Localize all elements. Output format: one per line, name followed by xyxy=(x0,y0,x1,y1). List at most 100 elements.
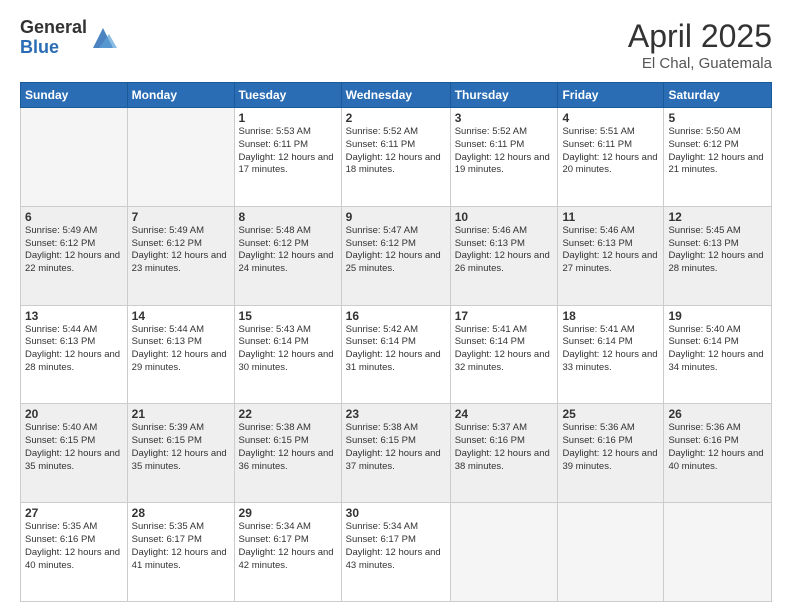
day-number: 12 xyxy=(668,210,767,224)
day-number: 5 xyxy=(668,111,767,125)
day-number: 7 xyxy=(132,210,230,224)
col-sunday: Sunday xyxy=(21,83,128,108)
day-info: Sunrise: 5:36 AM Sunset: 6:16 PM Dayligh… xyxy=(668,422,767,473)
day-number: 24 xyxy=(455,407,554,421)
table-row: 12Sunrise: 5:45 AM Sunset: 6:13 PM Dayli… xyxy=(664,206,772,305)
table-row: 10Sunrise: 5:46 AM Sunset: 6:13 PM Dayli… xyxy=(450,206,558,305)
day-info: Sunrise: 5:40 AM Sunset: 6:15 PM Dayligh… xyxy=(25,422,123,473)
day-info: Sunrise: 5:38 AM Sunset: 6:15 PM Dayligh… xyxy=(346,422,446,473)
table-row: 8Sunrise: 5:48 AM Sunset: 6:12 PM Daylig… xyxy=(234,206,341,305)
day-info: Sunrise: 5:46 AM Sunset: 6:13 PM Dayligh… xyxy=(455,225,554,276)
table-row: 21Sunrise: 5:39 AM Sunset: 6:15 PM Dayli… xyxy=(127,404,234,503)
day-info: Sunrise: 5:48 AM Sunset: 6:12 PM Dayligh… xyxy=(239,225,337,276)
day-info: Sunrise: 5:42 AM Sunset: 6:14 PM Dayligh… xyxy=(346,324,446,375)
day-info: Sunrise: 5:52 AM Sunset: 6:11 PM Dayligh… xyxy=(346,126,446,177)
day-number: 11 xyxy=(562,210,659,224)
table-row: 24Sunrise: 5:37 AM Sunset: 6:16 PM Dayli… xyxy=(450,404,558,503)
day-info: Sunrise: 5:36 AM Sunset: 6:16 PM Dayligh… xyxy=(562,422,659,473)
day-number: 1 xyxy=(239,111,337,125)
table-row xyxy=(127,108,234,207)
day-number: 29 xyxy=(239,506,337,520)
day-number: 8 xyxy=(239,210,337,224)
col-thursday: Thursday xyxy=(450,83,558,108)
day-info: Sunrise: 5:40 AM Sunset: 6:14 PM Dayligh… xyxy=(668,324,767,375)
logo: General Blue xyxy=(20,18,117,58)
day-number: 28 xyxy=(132,506,230,520)
day-info: Sunrise: 5:43 AM Sunset: 6:14 PM Dayligh… xyxy=(239,324,337,375)
day-number: 21 xyxy=(132,407,230,421)
col-monday: Monday xyxy=(127,83,234,108)
table-row: 5Sunrise: 5:50 AM Sunset: 6:12 PM Daylig… xyxy=(664,108,772,207)
day-number: 2 xyxy=(346,111,446,125)
day-info: Sunrise: 5:41 AM Sunset: 6:14 PM Dayligh… xyxy=(455,324,554,375)
day-info: Sunrise: 5:34 AM Sunset: 6:17 PM Dayligh… xyxy=(346,521,446,572)
calendar-week-row: 6Sunrise: 5:49 AM Sunset: 6:12 PM Daylig… xyxy=(21,206,772,305)
day-info: Sunrise: 5:37 AM Sunset: 6:16 PM Dayligh… xyxy=(455,422,554,473)
logo-blue: Blue xyxy=(20,38,87,58)
table-row: 6Sunrise: 5:49 AM Sunset: 6:12 PM Daylig… xyxy=(21,206,128,305)
col-tuesday: Tuesday xyxy=(234,83,341,108)
table-row: 20Sunrise: 5:40 AM Sunset: 6:15 PM Dayli… xyxy=(21,404,128,503)
day-info: Sunrise: 5:46 AM Sunset: 6:13 PM Dayligh… xyxy=(562,225,659,276)
table-row: 26Sunrise: 5:36 AM Sunset: 6:16 PM Dayli… xyxy=(664,404,772,503)
col-wednesday: Wednesday xyxy=(341,83,450,108)
day-number: 9 xyxy=(346,210,446,224)
day-info: Sunrise: 5:50 AM Sunset: 6:12 PM Dayligh… xyxy=(668,126,767,177)
day-info: Sunrise: 5:35 AM Sunset: 6:16 PM Dayligh… xyxy=(25,521,123,572)
day-info: Sunrise: 5:44 AM Sunset: 6:13 PM Dayligh… xyxy=(132,324,230,375)
table-row: 23Sunrise: 5:38 AM Sunset: 6:15 PM Dayli… xyxy=(341,404,450,503)
day-number: 15 xyxy=(239,309,337,323)
day-number: 19 xyxy=(668,309,767,323)
table-row xyxy=(450,503,558,602)
day-info: Sunrise: 5:39 AM Sunset: 6:15 PM Dayligh… xyxy=(132,422,230,473)
table-row: 4Sunrise: 5:51 AM Sunset: 6:11 PM Daylig… xyxy=(558,108,664,207)
table-row: 25Sunrise: 5:36 AM Sunset: 6:16 PM Dayli… xyxy=(558,404,664,503)
day-number: 17 xyxy=(455,309,554,323)
logo-general: General xyxy=(20,18,87,38)
table-row: 7Sunrise: 5:49 AM Sunset: 6:12 PM Daylig… xyxy=(127,206,234,305)
day-info: Sunrise: 5:44 AM Sunset: 6:13 PM Dayligh… xyxy=(25,324,123,375)
table-row: 14Sunrise: 5:44 AM Sunset: 6:13 PM Dayli… xyxy=(127,305,234,404)
calendar-week-row: 1Sunrise: 5:53 AM Sunset: 6:11 PM Daylig… xyxy=(21,108,772,207)
table-row: 29Sunrise: 5:34 AM Sunset: 6:17 PM Dayli… xyxy=(234,503,341,602)
col-friday: Friday xyxy=(558,83,664,108)
table-row xyxy=(21,108,128,207)
table-row: 2Sunrise: 5:52 AM Sunset: 6:11 PM Daylig… xyxy=(341,108,450,207)
table-row: 9Sunrise: 5:47 AM Sunset: 6:12 PM Daylig… xyxy=(341,206,450,305)
calendar-week-row: 27Sunrise: 5:35 AM Sunset: 6:16 PM Dayli… xyxy=(21,503,772,602)
day-number: 3 xyxy=(455,111,554,125)
day-number: 13 xyxy=(25,309,123,323)
calendar-week-row: 13Sunrise: 5:44 AM Sunset: 6:13 PM Dayli… xyxy=(21,305,772,404)
day-number: 20 xyxy=(25,407,123,421)
day-number: 30 xyxy=(346,506,446,520)
day-info: Sunrise: 5:51 AM Sunset: 6:11 PM Dayligh… xyxy=(562,126,659,177)
table-row xyxy=(664,503,772,602)
day-number: 25 xyxy=(562,407,659,421)
logo-icon xyxy=(89,24,117,52)
table-row: 18Sunrise: 5:41 AM Sunset: 6:14 PM Dayli… xyxy=(558,305,664,404)
day-info: Sunrise: 5:41 AM Sunset: 6:14 PM Dayligh… xyxy=(562,324,659,375)
table-row: 3Sunrise: 5:52 AM Sunset: 6:11 PM Daylig… xyxy=(450,108,558,207)
day-info: Sunrise: 5:49 AM Sunset: 6:12 PM Dayligh… xyxy=(25,225,123,276)
calendar-header-row: Sunday Monday Tuesday Wednesday Thursday… xyxy=(21,83,772,108)
table-row: 27Sunrise: 5:35 AM Sunset: 6:16 PM Dayli… xyxy=(21,503,128,602)
day-number: 23 xyxy=(346,407,446,421)
day-info: Sunrise: 5:49 AM Sunset: 6:12 PM Dayligh… xyxy=(132,225,230,276)
table-row: 15Sunrise: 5:43 AM Sunset: 6:14 PM Dayli… xyxy=(234,305,341,404)
day-number: 22 xyxy=(239,407,337,421)
page: General Blue April 2025 El Chal, Guatema… xyxy=(0,0,792,612)
logo-text: General Blue xyxy=(20,18,87,58)
table-row xyxy=(558,503,664,602)
day-info: Sunrise: 5:34 AM Sunset: 6:17 PM Dayligh… xyxy=(239,521,337,572)
day-number: 16 xyxy=(346,309,446,323)
day-number: 26 xyxy=(668,407,767,421)
calendar-table: Sunday Monday Tuesday Wednesday Thursday… xyxy=(20,82,772,602)
table-row: 22Sunrise: 5:38 AM Sunset: 6:15 PM Dayli… xyxy=(234,404,341,503)
month-title: April 2025 xyxy=(628,18,772,55)
day-info: Sunrise: 5:53 AM Sunset: 6:11 PM Dayligh… xyxy=(239,126,337,177)
day-info: Sunrise: 5:35 AM Sunset: 6:17 PM Dayligh… xyxy=(132,521,230,572)
calendar-week-row: 20Sunrise: 5:40 AM Sunset: 6:15 PM Dayli… xyxy=(21,404,772,503)
table-row: 28Sunrise: 5:35 AM Sunset: 6:17 PM Dayli… xyxy=(127,503,234,602)
day-info: Sunrise: 5:38 AM Sunset: 6:15 PM Dayligh… xyxy=(239,422,337,473)
day-number: 27 xyxy=(25,506,123,520)
